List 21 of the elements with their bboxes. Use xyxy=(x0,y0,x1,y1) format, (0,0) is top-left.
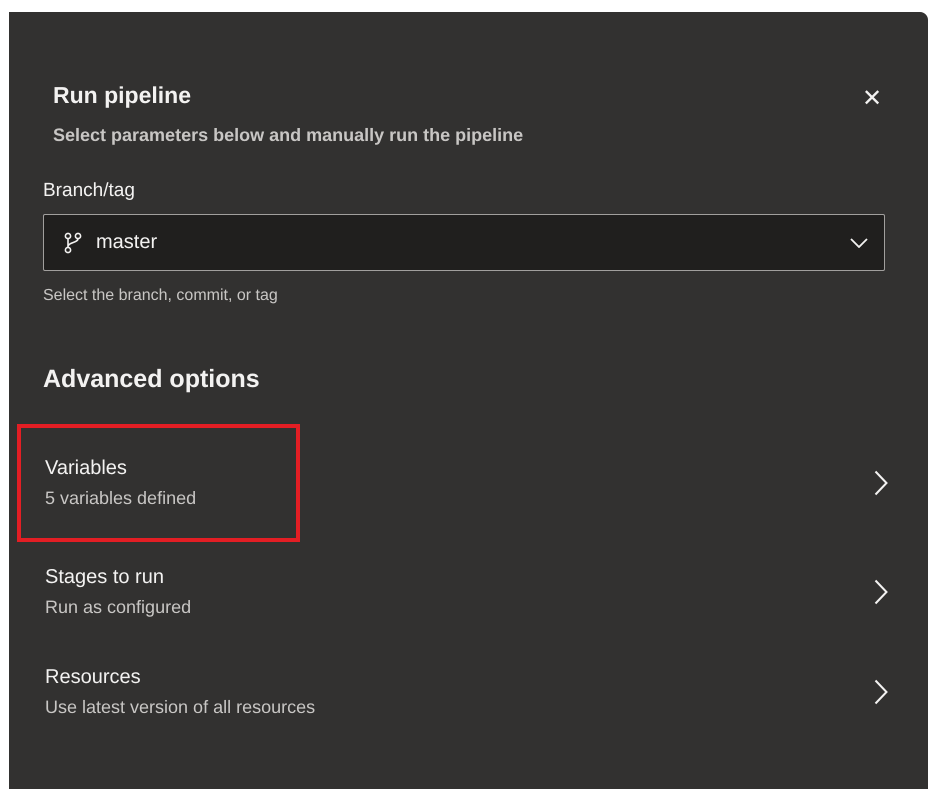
helper-text: Select the branch, commit, or tag xyxy=(43,287,279,305)
option-title: Variables xyxy=(45,457,128,480)
option-description: 5 variables defined xyxy=(45,488,198,509)
option-description: Use latest version of all resources xyxy=(45,697,316,718)
chevron-right-icon xyxy=(874,579,888,605)
option-description: Run as configured xyxy=(45,597,192,618)
field-label: Branch/tag xyxy=(43,180,136,202)
section-heading: Advanced options xyxy=(43,365,261,394)
chevron-right-icon xyxy=(874,679,888,705)
option-row[interactable]: Stages to run Run as configured xyxy=(9,542,928,642)
branch-dropdown[interactable]: master xyxy=(43,214,885,271)
branch-icon xyxy=(64,232,82,254)
chevron-right-icon xyxy=(874,470,888,496)
option-row[interactable]: Resources Use latest version of all resources xyxy=(9,642,928,742)
option-row[interactable]: Variables 5 variables defined xyxy=(9,424,928,542)
dialog-subtitle: Select parameters below and manually run the pipeline xyxy=(53,125,524,146)
option-title: Resources xyxy=(45,666,142,689)
close-button[interactable]: ✕ xyxy=(856,82,888,115)
dialog-title: Run pipeline xyxy=(53,82,192,109)
chevron-down-icon xyxy=(850,238,868,248)
option-title: Stages to run xyxy=(45,566,165,589)
